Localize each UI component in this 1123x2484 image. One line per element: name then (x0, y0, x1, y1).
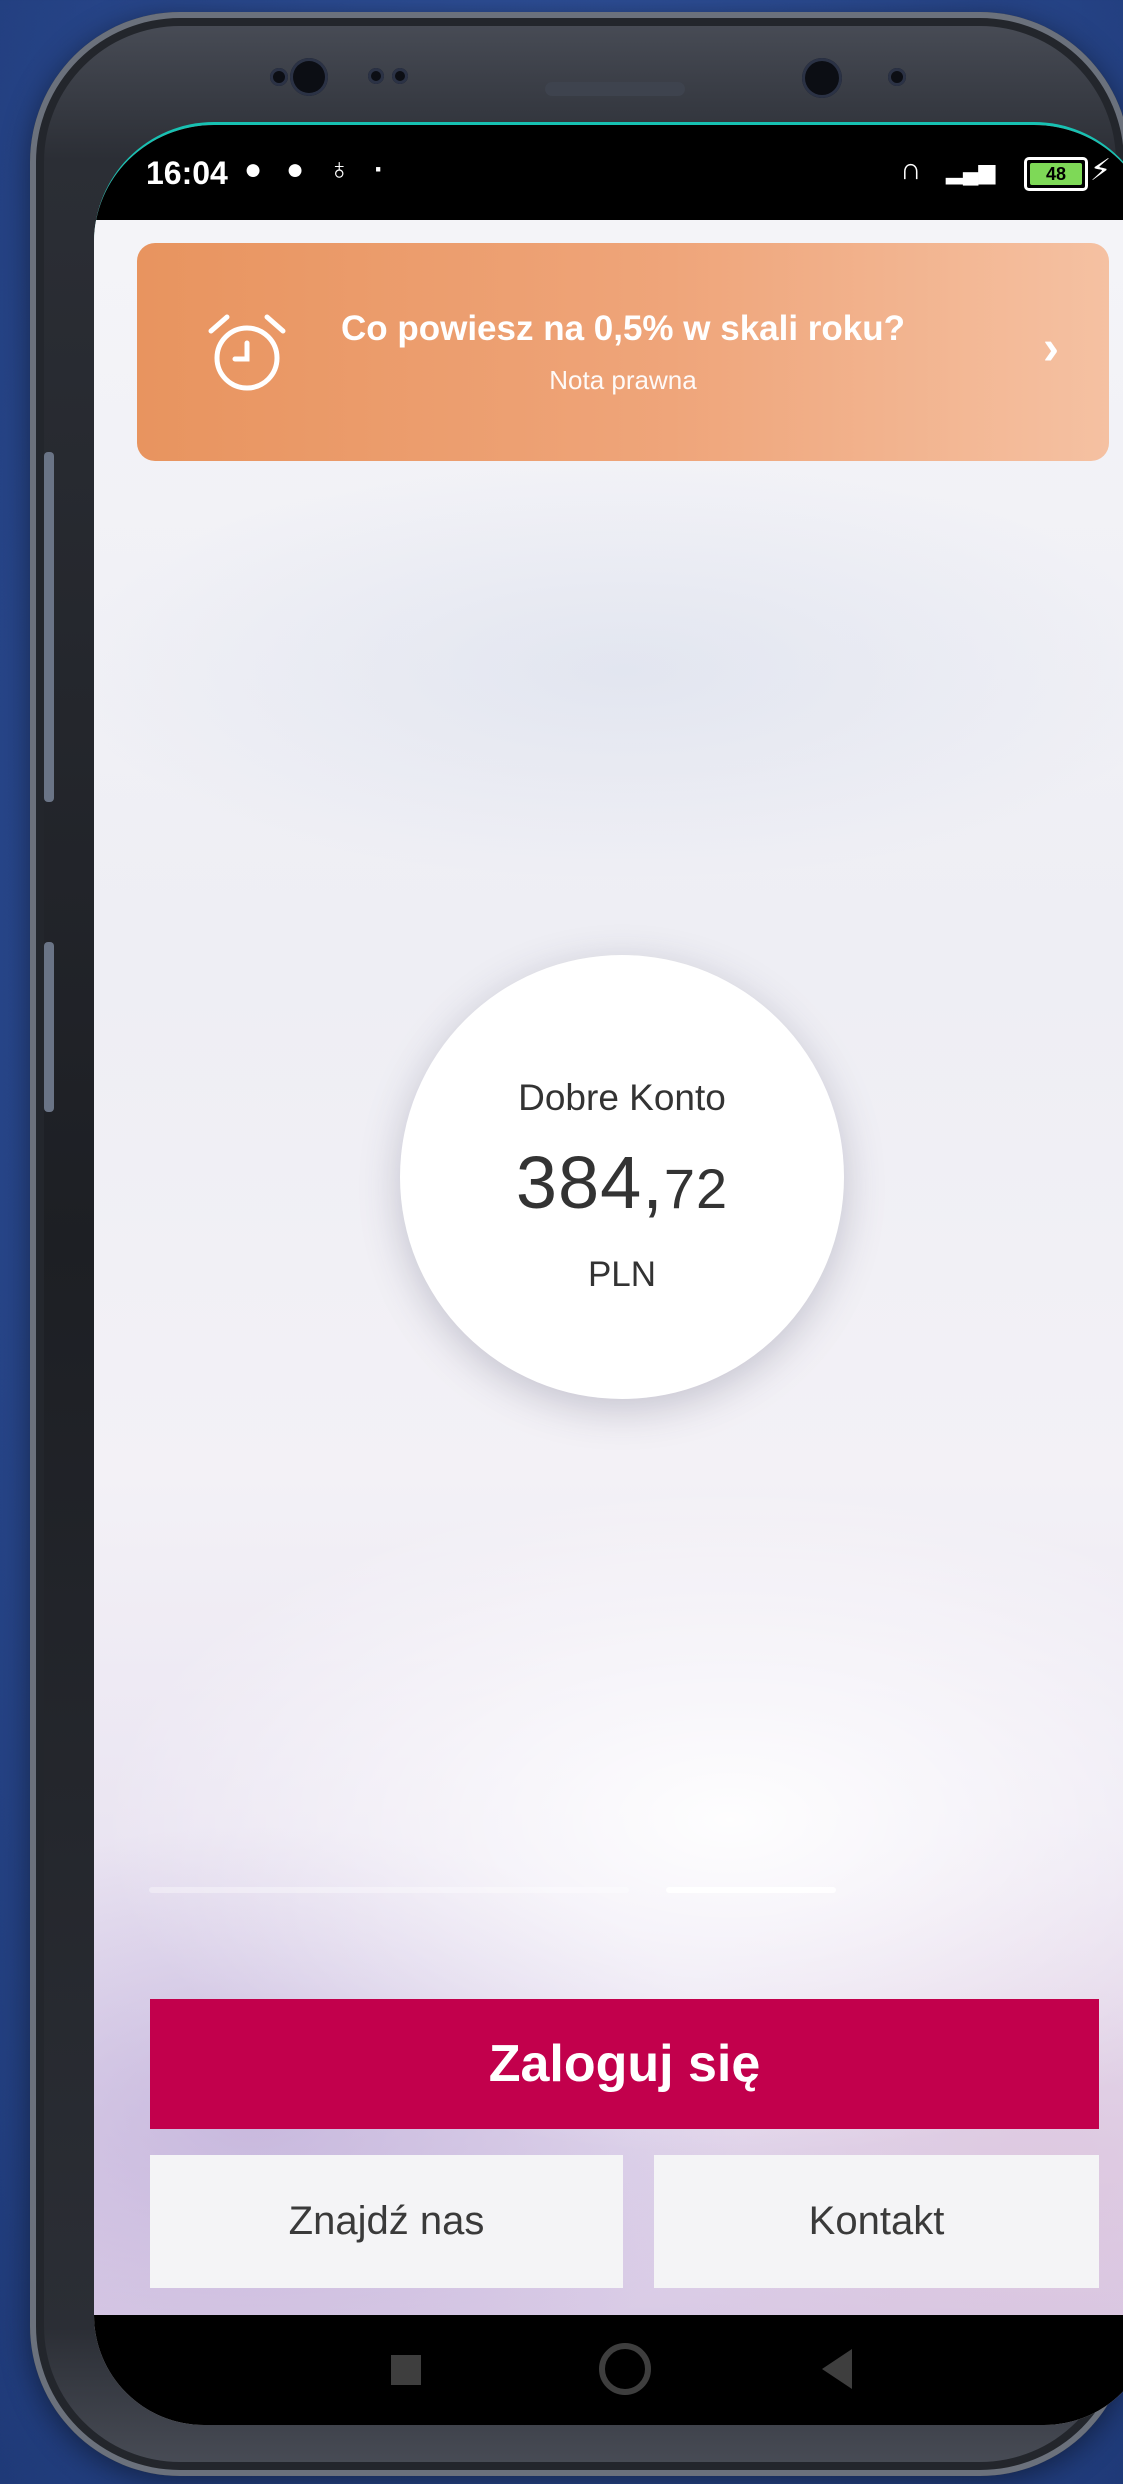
amount-integer: 384, (515, 1141, 664, 1224)
front-camera (290, 58, 328, 96)
battery-level: 48 (1045, 164, 1067, 184)
home-icon[interactable] (599, 2343, 651, 2395)
account-currency: PLN (587, 1255, 657, 1294)
sensor-dot (392, 68, 408, 84)
power-button (44, 942, 54, 1112)
notification-icon: ● (286, 153, 305, 186)
battery-icon: 48 (1024, 157, 1088, 191)
app-screen: 16:04 ● ● ♁ · ∩ ▂▄▆ 48 ⚡ Co powiesz na 0… (94, 122, 1123, 2425)
banner-legal-note[interactable]: Nota prawna (287, 365, 959, 396)
volume-button (44, 452, 54, 802)
sensor-dot (270, 68, 288, 86)
account-name: Dobre Konto (518, 1077, 726, 1118)
find-us-button[interactable]: Znajdź nas (150, 2155, 623, 2288)
earpiece-speaker (545, 82, 685, 96)
status-bar: 16:04 ● ● ♁ · ∩ ▂▄▆ 48 ⚡ (94, 125, 1123, 220)
pager-dot[interactable] (149, 1887, 629, 1893)
chevron-right-icon[interactable]: › (1043, 321, 1059, 376)
sensor-dot (368, 68, 384, 84)
account-balance-circle[interactable]: Dobre Konto 384,72 PLN (400, 955, 844, 1399)
promo-banner[interactable]: Co powiesz na 0,5% w skali roku? Nota pr… (137, 243, 1109, 461)
charging-icon: ⚡ (1090, 154, 1112, 187)
contact-button[interactable]: Kontakt (654, 2155, 1099, 2288)
location-icon: ♁ (328, 153, 351, 186)
amount-decimal: 72 (663, 1157, 729, 1220)
phone-frame: 16:04 ● ● ♁ · ∩ ▂▄▆ 48 ⚡ Co powiesz na 0… (30, 12, 1123, 2476)
banner-title: Co powiesz na 0,5% w skali roku? (340, 309, 906, 348)
front-camera (802, 58, 842, 98)
sensor-dot (888, 68, 906, 86)
alarm-clock-icon (208, 314, 286, 391)
back-icon[interactable] (822, 2349, 852, 2389)
account-amount: 384,72 (400, 1140, 844, 1225)
recent-apps-icon[interactable] (391, 2355, 421, 2385)
spotify-icon: ● (244, 153, 263, 186)
system-navigation-bar (94, 2315, 1123, 2425)
signal-icon: ▂▄▆ (946, 159, 996, 184)
headphones-icon: ∩ (900, 153, 922, 186)
login-button[interactable]: Zaloguj się (150, 1999, 1099, 2129)
phone-top-bezel (170, 30, 990, 120)
pager-dot-active[interactable] (666, 1887, 836, 1893)
status-time: 16:04 (146, 155, 228, 191)
more-notifications-icon: · (374, 153, 384, 186)
